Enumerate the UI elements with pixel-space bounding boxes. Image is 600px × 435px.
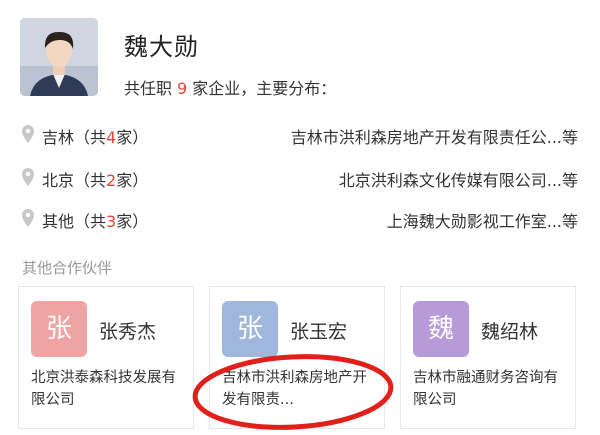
company-count: 9 — [177, 79, 188, 98]
summary-suffix: 家企业，主要分布： — [192, 79, 337, 98]
avatar — [20, 18, 98, 96]
partner-company[interactable]: 北京洪泰森科技发展有限公司 — [31, 367, 183, 411]
partner-card[interactable]: 张 张秀杰 北京洪泰森科技发展有限公司 — [18, 286, 194, 429]
partner-name[interactable]: 张玉宏 — [290, 317, 347, 344]
location-pin-icon — [22, 125, 34, 143]
region-company-link[interactable]: 上海魏大勋影视工作室...等 — [387, 208, 578, 232]
partner-initial-badge: 魏 — [413, 301, 469, 357]
location-pin-icon — [22, 168, 34, 186]
location-pin-icon — [22, 209, 34, 227]
region-company-link[interactable]: 北京洪利森文化传媒有限公司...等 — [339, 167, 578, 191]
partner-name[interactable]: 魏绍林 — [481, 317, 538, 344]
region-row-jilin[interactable]: 吉林（共4家） 吉林市洪利森房地产开发有限责任公...等 — [22, 122, 578, 148]
summary-prefix: 共任职 — [124, 79, 173, 98]
partner-initial-badge: 张 — [222, 301, 278, 357]
region-label: 北京（共2家） — [42, 171, 149, 190]
partner-card[interactable]: 张 张玉宏 吉林市洪利森房地产开发有限责... — [209, 286, 385, 429]
person-name[interactable]: 魏大勋 — [124, 27, 199, 62]
company-summary: 共任职 9 家企业，主要分布： — [124, 75, 336, 99]
partner-company[interactable]: 吉林市融通财务咨询有限公司 — [413, 367, 565, 411]
avatar-photo — [20, 18, 98, 96]
region-count: 4 — [106, 128, 117, 147]
region-row-other[interactable]: 其他（共3家） 上海魏大勋影视工作室...等 — [22, 206, 578, 232]
region-label: 其他（共3家） — [42, 212, 149, 231]
region-label: 吉林（共4家） — [42, 128, 149, 147]
region-count: 3 — [106, 212, 117, 231]
partner-company[interactable]: 吉林市洪利森房地产开发有限责... — [222, 367, 374, 411]
region-company-link[interactable]: 吉林市洪利森房地产开发有限责任公...等 — [291, 124, 578, 148]
partners-section-title: 其他合作伙伴 — [22, 259, 113, 277]
region-count: 2 — [106, 171, 117, 190]
partner-card[interactable]: 魏 魏绍林 吉林市融通财务咨询有限公司 — [400, 286, 576, 429]
region-row-beijing[interactable]: 北京（共2家） 北京洪利森文化传媒有限公司...等 — [22, 165, 578, 191]
partner-initial-badge: 张 — [31, 301, 87, 357]
partner-name[interactable]: 张秀杰 — [99, 317, 156, 344]
